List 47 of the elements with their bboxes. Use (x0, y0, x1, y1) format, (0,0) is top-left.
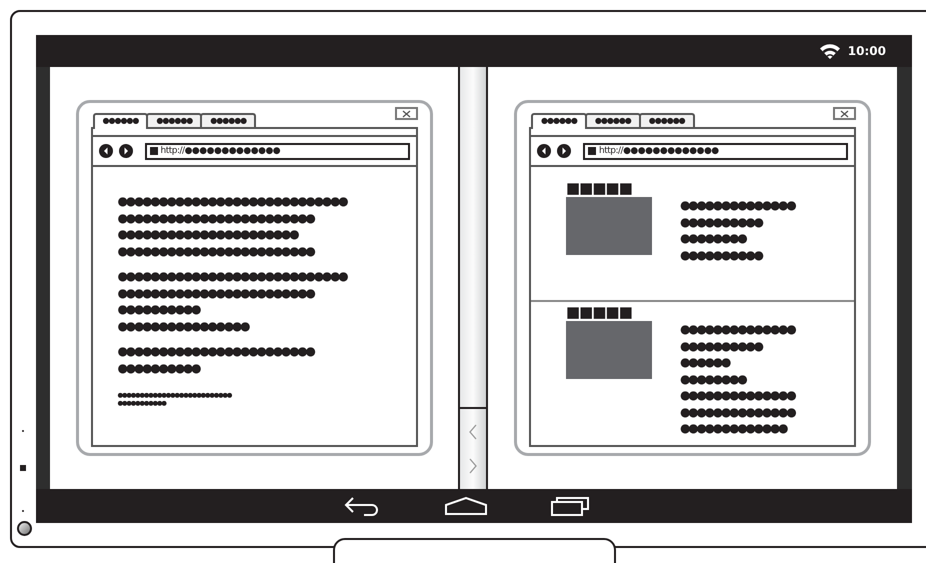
placeholder-text-line: ●●●●●●●●●● (118, 360, 200, 376)
placeholder-text-line: ●●●●●●●●●● (118, 301, 200, 318)
page-icon (150, 147, 158, 155)
placeholder-text-line: ●●●●●● (680, 354, 730, 370)
recent-apps-icon[interactable] (551, 496, 589, 516)
placeholder-text-line: ●●●●●●●●●●●●●● (680, 404, 794, 420)
placeholder-text-line: ●●●●●●●●●● (680, 338, 762, 354)
page-icon (588, 147, 596, 155)
placeholder-text-line: ●●●●●●●●●●●●●●●●●●●●●●●●●●●● (118, 268, 346, 284)
placeholder-text-line: ●●●●●●●●●●●●●● (680, 321, 794, 338)
forward-icon[interactable] (557, 144, 571, 158)
back-arrow-icon[interactable] (343, 496, 381, 516)
forward-icon[interactable] (118, 144, 132, 158)
close-button[interactable] (833, 107, 856, 120)
placeholder-text-line: ●●●●●●●●●●●●●●●●●●●●●●●● (118, 343, 314, 360)
address-text: http://●●●●●●●●●●●●● (160, 146, 280, 156)
placeholder-text-line: ●●●●●●●●●●●●● (680, 420, 786, 436)
chevron-left-icon[interactable] (469, 424, 477, 440)
placeholder-text-line: ●●●●●●●●●●●●●●●●●●●●●● (118, 226, 298, 242)
placeholder-text-line: ●●●●●●●●●● (680, 214, 762, 230)
placeholder-text-line: ●●●●●●●●●●●●●●●●●●●●●●●● (118, 210, 314, 226)
close-button[interactable] (394, 107, 418, 120)
chevron-right-icon[interactable] (469, 458, 477, 474)
placeholder-text-line: ●●●●●●●●●●●●●● (680, 387, 794, 404)
placeholder-text-line: ●●●●●●●●●●●●●●●● (118, 318, 248, 334)
clock-time: 10:00 (848, 43, 886, 60)
heading-text: ■■■■■ (566, 181, 632, 196)
back-icon[interactable] (537, 144, 551, 158)
placeholder-text-line: ●●●●●●●● (680, 230, 746, 246)
close-icon (402, 110, 410, 118)
wifi-icon (820, 44, 840, 58)
close-icon (840, 110, 849, 118)
placeholder-text-line: ●●●●●●●●●●●●●● (680, 197, 794, 214)
placeholder-text-line: ●●●●●●●●●●●●●●●●●●●●●●●● (118, 242, 314, 259)
browser-tab[interactable]: ●●●●●● (92, 113, 148, 129)
camera-square (20, 465, 26, 471)
placeholder-text-line: ●●●●●●●●●● (680, 246, 762, 263)
placeholder-text-line: ●●●●●●●●●●●●●●●●●●●●●●●●●●●● (118, 193, 346, 210)
address-field[interactable]: http://●●●●●●●●●●●●● (144, 142, 410, 160)
address-field[interactable]: http://●●●●●●●●●●●●● (583, 142, 848, 160)
heading-text: ■■■■■ (566, 305, 632, 320)
placeholder-text-line: ●●●●●●●● (680, 370, 746, 387)
placeholder-text-line: ●●●●●●●●●●●●●●●●●●●●●●●● (118, 284, 314, 301)
browser-tab[interactable]: ●●●●●● (531, 113, 587, 129)
home-icon[interactable] (445, 497, 487, 515)
address-text: http://●●●●●●●●●●●●● (599, 146, 719, 156)
back-icon[interactable] (98, 144, 112, 158)
